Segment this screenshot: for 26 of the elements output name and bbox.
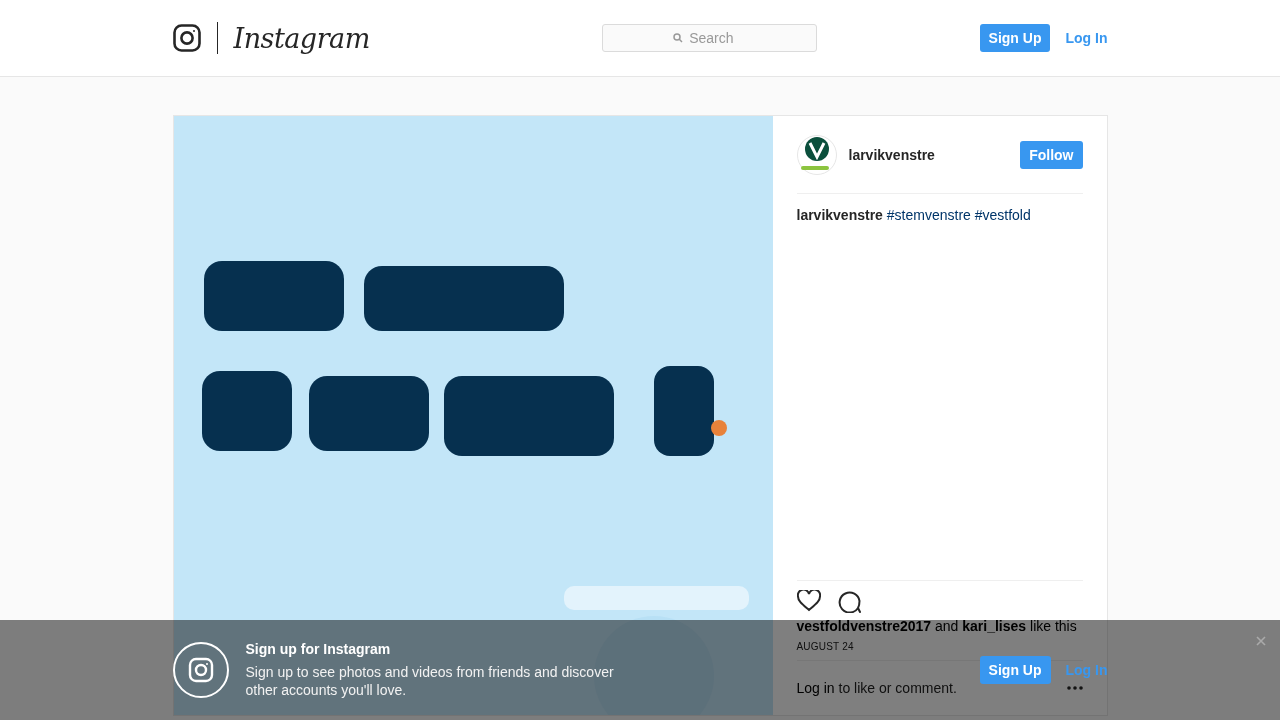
- speech-bubble-icon: [836, 589, 861, 613]
- like-button[interactable]: [796, 590, 821, 612]
- more-options-button[interactable]: [1066, 686, 1083, 690]
- logo-wordmark[interactable]: Instagram: [233, 22, 370, 54]
- hashtag-link[interactable]: #stemvenstre: [886, 207, 971, 223]
- sign-up-button[interactable]: Sign Up: [979, 656, 1051, 684]
- follow-button[interactable]: Follow: [1020, 140, 1083, 169]
- search-field[interactable]: Search: [602, 24, 818, 52]
- caption: larvikvenstre #stemvenstre #vestfold: [796, 206, 1032, 225]
- post-date: AUGUST 24: [796, 641, 855, 652]
- comment-button[interactable]: [836, 589, 861, 613]
- likes-text: vestfoldvenstre2017 and kari_lises like this: [796, 617, 1078, 635]
- hashtag-link[interactable]: #vestfold: [974, 207, 1031, 223]
- login-prompt: Log in to like or comment.: [796, 680, 957, 696]
- username[interactable]: larvikvenstre: [848, 146, 1009, 163]
- log-in-link[interactable]: Log In: [1065, 24, 1108, 52]
- heart-icon: [796, 590, 821, 612]
- banner-text: Sign up to see photos and videos from friends and discover other accounts you'll love.: [245, 663, 615, 699]
- sign-up-button[interactable]: Sign Up: [979, 24, 1051, 52]
- search-icon: [673, 33, 684, 43]
- avatar: [796, 134, 837, 175]
- banner-title: Sign up for Instagram: [245, 641, 391, 657]
- instagram-icon: [172, 24, 201, 52]
- close-icon: [1256, 636, 1266, 646]
- log-in-link[interactable]: Log in: [796, 680, 835, 696]
- more-icon: [1066, 686, 1083, 690]
